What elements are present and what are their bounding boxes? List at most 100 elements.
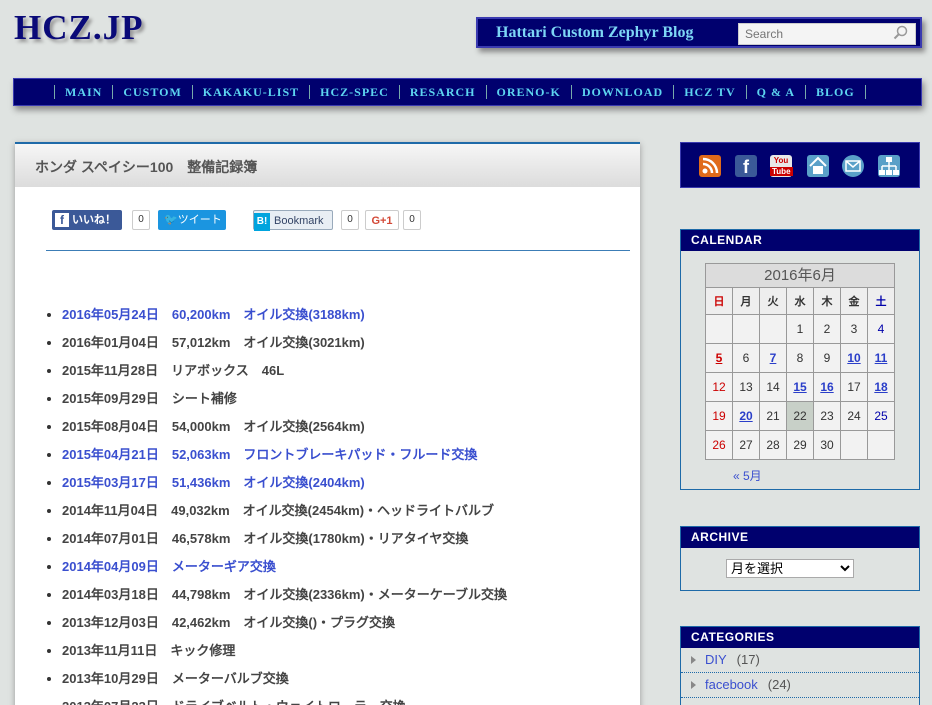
calendar-day[interactable]: 11: [867, 343, 895, 373]
nav-item[interactable]: ORENO-K: [485, 85, 571, 99]
calendar-day[interactable]: 7: [759, 343, 787, 373]
calendar-day: [840, 430, 868, 460]
post-title: ホンダ スペイシー100 整備記録簿: [15, 142, 640, 187]
calendar-day-link[interactable]: 11: [875, 351, 888, 365]
nav-item[interactable]: Q & A: [745, 85, 805, 99]
calendar-widget: CALENDAR 2016年6月 日月火水木金土 1 2 3 4 5 6 7 8 9 10 11 12…: [680, 229, 920, 490]
mail-icon[interactable]: [842, 155, 864, 177]
calendar-day: 9: [813, 343, 841, 373]
nav-item[interactable]: DOWNLOAD: [570, 85, 673, 99]
maintenance-list: 2016年05月24日 60,200km オイル交換(3188km)2016年0…: [62, 305, 507, 705]
nav-item[interactable]: HCZ TV: [673, 85, 745, 99]
nav-item[interactable]: KAKAKU-LIST: [191, 85, 309, 99]
gplus-count: 0: [403, 210, 421, 230]
calendar-day-link[interactable]: 5: [716, 351, 723, 365]
archive-select[interactable]: 月を選択: [726, 559, 854, 578]
arrow-right-icon: [691, 681, 696, 689]
calendar-day: 19: [705, 401, 733, 431]
maintenance-entry[interactable]: 2016年05月24日 60,200km オイル交換(3188km): [62, 305, 507, 333]
hatena-icon: B!: [254, 213, 270, 231]
archive-heading: ARCHIVE: [681, 527, 919, 548]
search-input[interactable]: [739, 24, 889, 44]
calendar-day-link[interactable]: 16: [820, 380, 833, 394]
facebook-icon[interactable]: f: [735, 155, 757, 177]
calendar-weekday: 月: [732, 287, 760, 315]
search-box: [738, 23, 916, 45]
category-count: (17): [736, 652, 760, 667]
calendar-day: 6: [732, 343, 760, 373]
category-item[interactable]: DIY (17): [681, 648, 919, 673]
nav-item[interactable]: CUSTOM: [112, 85, 191, 99]
nav-item[interactable]: MAIN: [54, 85, 112, 99]
calendar-day[interactable]: 10: [840, 343, 868, 373]
calendar-day: [732, 314, 760, 344]
calendar-day-link[interactable]: 10: [847, 351, 860, 365]
calendar-weekday: 金: [840, 287, 868, 315]
calendar-day-link[interactable]: 20: [739, 409, 752, 423]
social-icon-bar: f You Tube: [680, 142, 920, 188]
calendar-day[interactable]: 18: [867, 372, 895, 402]
rss-icon[interactable]: [699, 155, 721, 177]
calendar-day: 29: [786, 430, 814, 460]
calendar-day-link[interactable]: 15: [793, 380, 806, 394]
maintenance-entry[interactable]: 2014年04月09日 メーターギア交換: [62, 557, 507, 585]
category-name[interactable]: facebook: [705, 677, 758, 692]
like-count: 0: [132, 210, 150, 230]
bookmark-count: 0: [341, 210, 359, 230]
calendar-day: 4: [867, 314, 895, 344]
maintenance-entry: 2016年01月04日 57,012km オイル交換(3021km): [62, 333, 507, 361]
calendar-weekday: 火: [759, 287, 787, 315]
twitter-icon: 🐦: [164, 214, 178, 226]
category-item[interactable]: facebook (24): [681, 673, 919, 698]
site-logo[interactable]: HCZ.JP: [14, 8, 143, 48]
maintenance-entry[interactable]: 2015年04月21日 52,063km フロントブレーキパッド・フルード交換: [62, 445, 507, 473]
sitemap-icon[interactable]: [878, 155, 900, 177]
tweet-label: ツイート: [177, 214, 222, 226]
calendar-heading: CALENDAR: [681, 230, 919, 251]
calendar-day[interactable]: 16: [813, 372, 841, 402]
category-count: (24): [767, 677, 791, 692]
maintenance-entry: 2013年10月29日 メーターバルブ交換: [62, 669, 507, 697]
category-name[interactable]: DIY: [705, 652, 727, 667]
calendar-day[interactable]: 15: [786, 372, 814, 402]
calendar-day: 2: [813, 314, 841, 344]
nav-item[interactable]: RESARCH: [398, 85, 486, 99]
blog-title[interactable]: Hattari Custom Zephyr Blog: [496, 24, 693, 42]
tweet-button[interactable]: 🐦ツイート: [158, 210, 226, 230]
calendar-weekday: 木: [813, 287, 841, 315]
calendar-day: 24: [840, 401, 868, 431]
maintenance-entry: 2014年03月18日 44,798km オイル交換(2336km)・メーターケ…: [62, 585, 507, 613]
maintenance-entry[interactable]: 2015年03月17日 51,436km オイル交換(2404km): [62, 473, 507, 501]
calendar-day: 17: [840, 372, 868, 402]
calendar-day: 27: [732, 430, 760, 460]
calendar-prev-month-link[interactable]: « 5月: [733, 467, 762, 484]
like-label: いいね！: [72, 214, 116, 226]
maintenance-entry: 2015年09月29日 シート補修: [62, 389, 507, 417]
home-icon[interactable]: [807, 155, 829, 177]
calendar-day: [759, 314, 787, 344]
youtube-icon[interactable]: You Tube: [770, 155, 793, 177]
divider: [46, 250, 630, 251]
calendar-day: 3: [840, 314, 868, 344]
blog-header-box: Hattari Custom Zephyr Blog: [476, 17, 922, 48]
search-icon[interactable]: [893, 25, 909, 41]
calendar-day: 23: [813, 401, 841, 431]
nav-item[interactable]: BLOG: [805, 85, 866, 99]
google-plus-button[interactable]: G+1: [365, 210, 399, 230]
calendar-day-link[interactable]: 7: [770, 351, 777, 365]
facebook-like-button[interactable]: f いいね！: [52, 210, 122, 230]
calendar-day: 13: [732, 372, 760, 402]
calendar-day: 12: [705, 372, 733, 402]
arrow-right-icon: [691, 656, 696, 664]
hatena-bookmark-button[interactable]: B! Bookmark: [253, 210, 333, 231]
calendar-day: 28: [759, 430, 787, 460]
calendar-day: [867, 430, 895, 460]
calendar-weekday: 水: [786, 287, 814, 315]
calendar-day[interactable]: 20: [732, 401, 760, 431]
maintenance-entry: 2013年11月11日 キック修理: [62, 641, 507, 669]
calendar-day-link[interactable]: 18: [874, 380, 887, 394]
calendar-caption: 2016年6月: [705, 263, 895, 287]
calendar-weekday: 日: [705, 287, 733, 315]
nav-item[interactable]: HCZ-SPEC: [309, 85, 399, 99]
calendar-day[interactable]: 5: [705, 343, 733, 373]
